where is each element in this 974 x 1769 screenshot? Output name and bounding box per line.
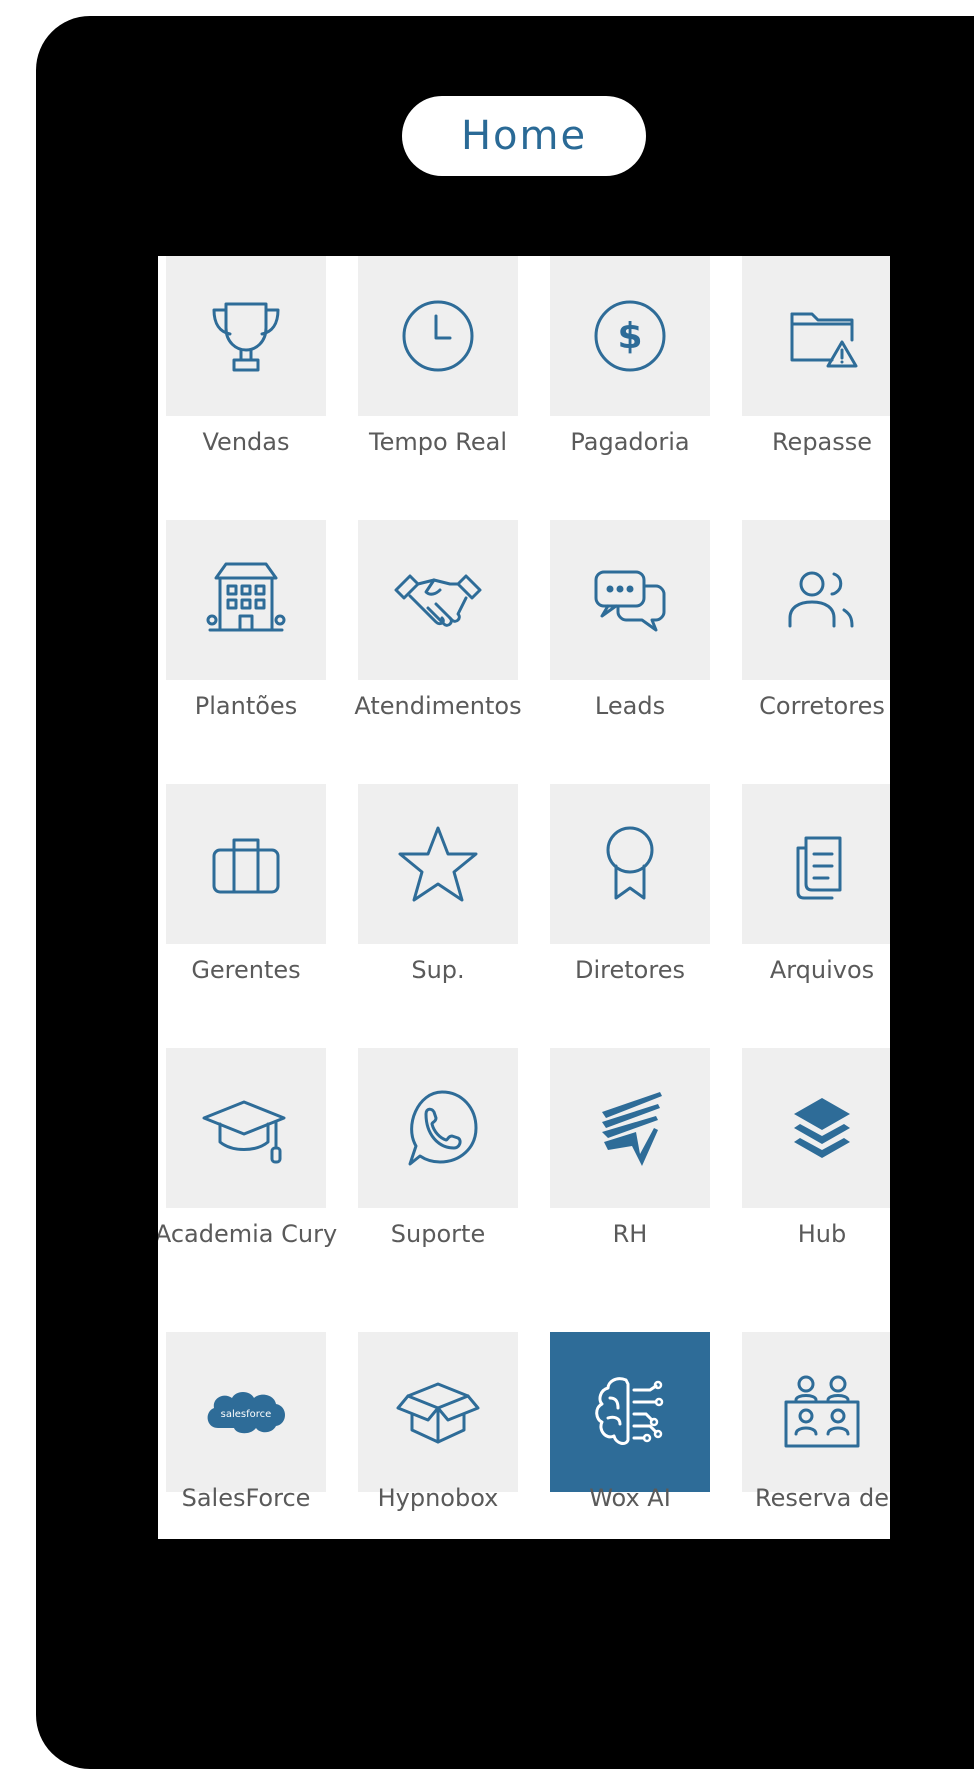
- tile-label: Hypnobox: [377, 1484, 499, 1512]
- tile-label: RH: [612, 1220, 648, 1248]
- tile-pagadoria[interactable]: $: [550, 256, 710, 416]
- tile-label: Atendimentos: [354, 692, 522, 720]
- tile-label: Gerentes: [191, 956, 301, 984]
- meeting-room-icon: [784, 1375, 860, 1448]
- whatsapp-icon: [408, 1090, 478, 1166]
- graduation-cap-icon: [202, 1100, 286, 1164]
- tile-academia-cury[interactable]: [166, 1048, 326, 1208]
- users-icon: [788, 571, 854, 628]
- tile-label: Tempo Real: [368, 428, 507, 456]
- tile-label: Wox AI: [589, 1484, 671, 1512]
- svg-text:$: $: [617, 316, 642, 357]
- tile-atendimentos[interactable]: [358, 520, 518, 680]
- tile-wox-ai[interactable]: [550, 1332, 710, 1492]
- tile-leads[interactable]: [550, 520, 710, 680]
- salesforce-logo-icon: salesforce: [207, 1392, 285, 1434]
- tile-label: Reserva de: [754, 1484, 890, 1512]
- app-grid: Vendas Tempo Real $ Pagadoria Repasse Pl…: [158, 256, 890, 1539]
- tile-label: Plantões: [194, 692, 298, 720]
- tile-salesforce[interactable]: salesforce: [166, 1332, 326, 1492]
- tile-gerentes[interactable]: [166, 784, 326, 944]
- open-box-icon: [396, 1382, 480, 1444]
- tile-label: Vendas: [202, 428, 290, 456]
- tile-label: Corretores: [759, 692, 885, 720]
- tile-repasse[interactable]: [742, 256, 890, 416]
- tile-vendas[interactable]: [166, 256, 326, 416]
- tile-label: Repasse: [771, 428, 873, 456]
- folder-warning-icon: [790, 312, 858, 368]
- tile-reserva-de[interactable]: [742, 1332, 890, 1492]
- dollar-icon: $: [594, 300, 666, 372]
- briefcase-icon: [212, 838, 280, 894]
- ai-brain-icon: [595, 1377, 664, 1445]
- tile-sup[interactable]: [358, 784, 518, 944]
- tile-hypnobox[interactable]: [358, 1332, 518, 1492]
- tile-label: Leads: [594, 692, 666, 720]
- trophy-icon: [212, 302, 280, 372]
- tile-label: Hub: [797, 1220, 847, 1248]
- chat-bubbles-icon: [594, 570, 666, 632]
- award-ribbon-icon: [606, 826, 654, 900]
- tile-label: SalesForce: [181, 1484, 311, 1512]
- tile-rh[interactable]: [550, 1048, 710, 1208]
- tile-suporte[interactable]: [358, 1048, 518, 1208]
- tile-label: Pagadoria: [570, 428, 690, 456]
- clock-icon: [402, 300, 474, 372]
- tile-hub[interactable]: [742, 1048, 890, 1208]
- tile-arquivos[interactable]: [742, 784, 890, 944]
- page-title: Home: [402, 96, 646, 176]
- tile-tempo-real[interactable]: [358, 256, 518, 416]
- rh-logo-icon: [602, 1092, 662, 1166]
- tile-label: Academia Cury: [158, 1220, 338, 1248]
- tile-diretores[interactable]: [550, 784, 710, 944]
- tile-label: Sup.: [411, 956, 465, 984]
- documents-icon: [796, 836, 842, 900]
- tile-label: Suporte: [390, 1220, 486, 1248]
- star-icon: [398, 826, 478, 902]
- layers-icon: [794, 1098, 850, 1158]
- tile-corretores[interactable]: [742, 520, 890, 680]
- tile-plantoes[interactable]: [166, 520, 326, 680]
- building-icon: [206, 562, 286, 632]
- tile-label: Diretores: [575, 956, 685, 984]
- handshake-icon: [394, 574, 482, 627]
- salesforce-logo-text: salesforce: [221, 1409, 272, 1420]
- tile-label: Arquivos: [769, 956, 875, 984]
